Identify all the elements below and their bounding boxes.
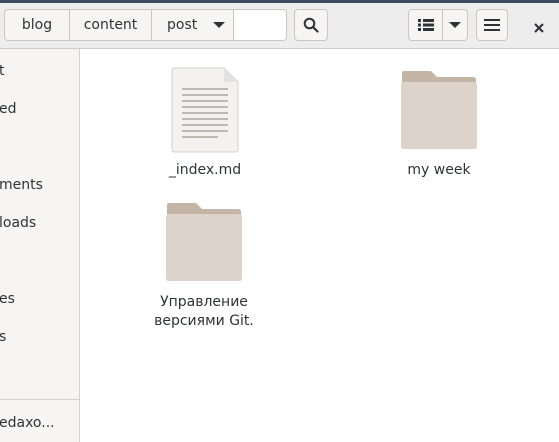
- folder-item[interactable]: my week: [389, 69, 489, 180]
- folder-icon: [166, 203, 242, 281]
- crumb-blank[interactable]: [234, 10, 286, 40]
- file-name: _index.md: [168, 162, 242, 178]
- folder-name: my week: [407, 162, 471, 178]
- search-button[interactable]: [294, 9, 328, 41]
- sidebar-item[interactable]: loads: [0, 213, 79, 233]
- sidebar-item-label: edaxo...: [0, 415, 55, 431]
- view-toggle-group: [408, 9, 468, 41]
- crumb-post[interactable]: post: [152, 10, 234, 40]
- chevron-down-icon: [449, 22, 462, 28]
- crumb-label: blog: [21, 17, 53, 33]
- chevron-down-icon: [213, 22, 226, 28]
- sidebar-item[interactable]: s: [0, 327, 79, 347]
- close-button[interactable]: [528, 17, 550, 39]
- crumb-label: post: [167, 17, 198, 33]
- close-icon: [534, 23, 544, 33]
- view-options-button[interactable]: [443, 10, 467, 40]
- sidebar-item-label: s: [0, 327, 6, 347]
- text-file-icon: [171, 67, 239, 153]
- breadcrumb: blog content post: [4, 9, 287, 41]
- crumb-blog[interactable]: blog: [5, 10, 70, 40]
- folder-icon: [401, 71, 477, 149]
- sidebar-divider: [0, 399, 79, 400]
- hamburger-menu-icon: [484, 19, 500, 31]
- list-view-button[interactable]: [409, 10, 444, 40]
- folder-item[interactable]: Управление версиями Git.: [149, 201, 259, 331]
- sidebar-item-network[interactable]: edaxo...: [0, 413, 79, 433]
- list-view-icon: [417, 19, 434, 31]
- sidebar-item-label: ed: [0, 101, 17, 117]
- sidebar-item[interactable]: es: [0, 289, 79, 309]
- sidebar-item-label: loads: [0, 215, 37, 231]
- sidebar-item-label: t: [0, 61, 5, 81]
- file-item[interactable]: _index.md: [160, 67, 250, 180]
- sidebar: t ed ments loads es s edaxo...: [0, 49, 80, 442]
- sidebar-item[interactable]: t: [0, 61, 79, 81]
- crumb-content[interactable]: content: [70, 10, 152, 40]
- main-menu-button[interactable]: [476, 9, 508, 41]
- header-bar: blog content post: [0, 3, 559, 49]
- folder-name: Управление версиями Git.: [154, 294, 254, 329]
- sidebar-item[interactable]: ed: [0, 99, 79, 119]
- file-view: _index.md my week Управление версиями Gi…: [81, 49, 559, 442]
- sidebar-item-label: es: [0, 291, 15, 307]
- sidebar-item[interactable]: ments: [0, 175, 79, 195]
- sidebar-item-label: ments: [0, 177, 43, 193]
- search-icon: [303, 17, 319, 33]
- crumb-label: content: [83, 17, 138, 33]
